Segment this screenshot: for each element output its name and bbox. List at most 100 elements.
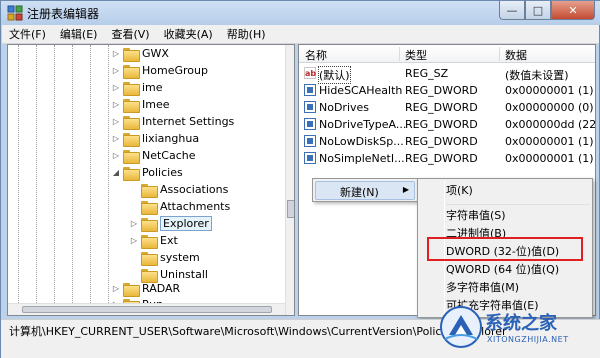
expand-arrow-icon[interactable]: ▷	[129, 236, 139, 245]
watermark: 系统之家 XITONGZHIJIA.NET	[439, 299, 600, 358]
tree-item-attachments[interactable]: Attachments	[129, 198, 230, 215]
expand-arrow-icon[interactable]: ▷	[129, 219, 139, 228]
menu-favorites[interactable]: 收藏夹(A)	[157, 26, 220, 42]
value-type: REG_DWORD	[405, 152, 478, 165]
menu-view[interactable]: 查看(V)	[104, 26, 156, 42]
menu-edit[interactable]: 编辑(E)	[53, 26, 105, 42]
table-row[interactable]: NoLowDiskSp... REG_DWORD 0x00000001 (1)	[299, 133, 595, 150]
binary-value-icon	[304, 84, 316, 96]
table-row[interactable]: ab (默认) REG_SZ (数值未设置)	[299, 65, 595, 84]
tree-item-label: system	[160, 251, 200, 264]
close-button[interactable]: ✕	[551, 1, 595, 20]
menu-item-new[interactable]: 新建(N) ▶	[315, 181, 415, 200]
value-type: REG_DWORD	[405, 135, 478, 148]
tree-item-system[interactable]: system	[129, 249, 200, 266]
value-name: NoDriveTypeA...	[319, 118, 407, 131]
tree-item-explorer[interactable]: ▷ Explorer	[129, 215, 212, 232]
folder-icon	[141, 217, 158, 232]
value-type: REG_DWORD	[405, 118, 478, 131]
tree-item-label: Attachments	[160, 200, 231, 213]
expand-arrow-icon[interactable]: ▷	[111, 284, 121, 293]
title-bar[interactable]: 注册表编辑器 — □ ✕	[1, 1, 600, 25]
binary-value-icon	[304, 135, 316, 147]
value-type: REG_SZ	[405, 67, 449, 80]
watermark-title: 系统之家	[485, 313, 557, 334]
system-home-logo-icon	[440, 306, 482, 348]
tree-item-homegroup[interactable]: ▷ HomeGroup	[111, 62, 208, 79]
table-row[interactable]: NoDriveTypeA... REG_DWORD 0x000000dd (22…	[299, 116, 596, 133]
tree-horizontal-scrollbar[interactable]	[8, 303, 285, 315]
tree-item-label: Associations	[160, 183, 229, 196]
column-divider[interactable]	[399, 47, 400, 61]
tree-item-policies[interactable]: ◢ Policies	[111, 164, 183, 181]
binary-value-icon	[304, 118, 316, 130]
tree-item-gwx[interactable]: ▷ GWX	[111, 45, 169, 62]
string-value-icon: ab	[304, 67, 317, 79]
folder-icon	[123, 47, 140, 62]
tree-item-imee[interactable]: ▷ Imee	[111, 96, 170, 113]
scrollbar-thumb[interactable]	[22, 306, 272, 313]
context-menu: 新建(N) ▶	[312, 178, 418, 202]
value-type: REG_DWORD	[405, 101, 478, 114]
tree-item-radar[interactable]: ▷ RADAR	[111, 280, 180, 297]
tree-item-ext[interactable]: ▷ Ext	[129, 232, 178, 249]
menu-item-multi-string-value[interactable]: 多字符串值(M)	[446, 279, 519, 297]
expand-arrow-icon[interactable]: ▷	[111, 49, 121, 58]
table-row[interactable]: HideSCAHealth REG_DWORD 0x00000001 (1)	[299, 82, 595, 99]
folder-icon	[123, 149, 140, 164]
table-row[interactable]: NoDrives REG_DWORD 0x00000000 (0)	[299, 99, 595, 116]
value-data: 0x00000001 (1)	[505, 135, 594, 148]
expand-arrow-icon[interactable]: ▷	[111, 117, 121, 126]
column-header-data[interactable]: 数据	[505, 47, 527, 63]
column-divider[interactable]	[499, 47, 500, 61]
menu-file[interactable]: 文件(F)	[2, 26, 53, 42]
menu-help[interactable]: 帮助(H)	[220, 26, 273, 42]
expand-arrow-icon[interactable]: ▷	[111, 66, 121, 75]
maximize-button[interactable]: □	[525, 1, 551, 20]
scrollbar-thumb[interactable]	[287, 200, 294, 218]
collapse-arrow-icon[interactable]: ◢	[111, 168, 121, 177]
expand-arrow-icon[interactable]: ▷	[111, 100, 121, 109]
expand-arrow-icon[interactable]: ▷	[111, 151, 121, 160]
tree-item-label: Internet Settings	[142, 115, 235, 128]
tree-item-label: Policies	[142, 166, 183, 179]
tree-item-label: NetCache	[142, 149, 196, 162]
status-path: 计算机\HKEY_CURRENT_USER\Software\Microsoft…	[9, 325, 507, 338]
menu-separator	[446, 204, 590, 205]
tree-item-label: GWX	[142, 47, 169, 60]
value-type: REG_DWORD	[405, 84, 478, 97]
value-data: 0x00000001 (1)	[505, 84, 594, 97]
value-data: 0x000000dd (221)	[505, 118, 596, 131]
value-name: HideSCAHealth	[319, 84, 403, 97]
tree-item-ime[interactable]: ▷ ime	[111, 79, 163, 96]
window-title: 注册表编辑器	[27, 7, 100, 21]
tree-guide-line	[36, 45, 37, 315]
tree-item-netcache[interactable]: ▷ NetCache	[111, 147, 196, 164]
tree-item-internet-settings[interactable]: ▷ Internet Settings	[111, 113, 234, 130]
annotation-highlight-box	[427, 237, 583, 261]
expand-arrow-icon[interactable]: ▷	[111, 134, 121, 143]
folder-icon	[141, 234, 158, 249]
folder-icon	[141, 200, 158, 215]
value-name: NoSimpleNetI...	[319, 152, 405, 165]
column-header-type[interactable]: 类型	[405, 47, 427, 63]
column-header-name[interactable]: 名称	[305, 47, 327, 63]
tree-item-label: HomeGroup	[142, 64, 208, 77]
menu-item-key[interactable]: 项(K)	[446, 182, 473, 200]
value-data: (数值未设置)	[505, 69, 569, 82]
registry-tree-pane[interactable]: ▷ GWX ▷ HomeGroup ▷ ime ▷ Imee ▷ Interne…	[7, 44, 295, 316]
menu-item-qword-value[interactable]: QWORD (64 位)值(Q)	[446, 261, 559, 279]
tree-item-associations[interactable]: Associations	[129, 181, 228, 198]
tree-item-label: lixianghua	[142, 132, 200, 145]
expand-arrow-icon[interactable]: ▷	[111, 83, 121, 92]
tree-item-lixianghua[interactable]: ▷ lixianghua	[111, 130, 199, 147]
window-controls: — □ ✕	[499, 1, 595, 21]
folder-icon	[141, 251, 158, 266]
folder-icon	[123, 282, 140, 297]
tree-guide-line	[54, 45, 55, 315]
folder-open-icon	[123, 166, 140, 181]
tree-vertical-scrollbar[interactable]	[285, 45, 294, 315]
minimize-button[interactable]: —	[499, 1, 525, 20]
table-row[interactable]: NoSimpleNetI... REG_DWORD 0x00000001 (1)	[299, 150, 595, 167]
menu-item-string-value[interactable]: 字符串值(S)	[446, 207, 506, 225]
